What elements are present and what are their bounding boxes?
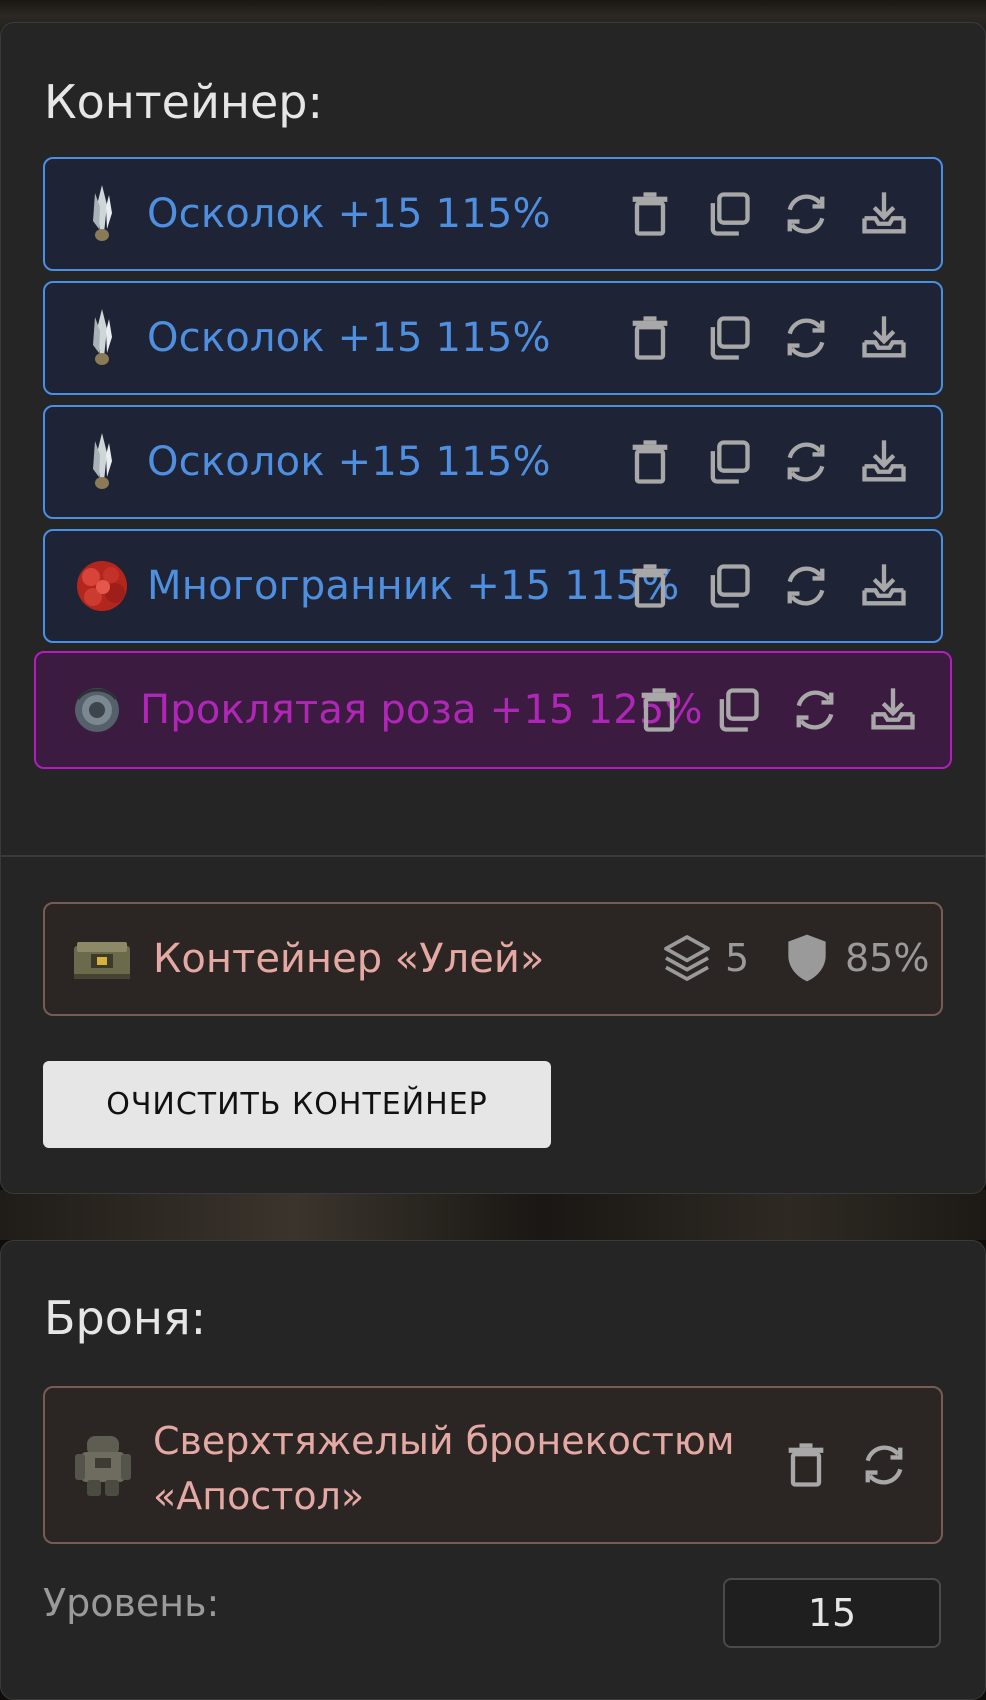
copy-icon — [710, 440, 750, 484]
container-panel: Контейнер: Осколок +15 115% Осколок +15 1… — [0, 22, 986, 1194]
artifact-row[interactable]: Многогранник +15 115% — [43, 529, 943, 643]
armor-suit-icon — [75, 1436, 131, 1496]
container-slots: 5 — [659, 930, 749, 986]
armor-panel: Броня: Сверхтяжелый бронекостюм «Апостол… — [0, 1240, 986, 1700]
section-divider — [1, 855, 985, 857]
clear-container-button[interactable]: ОЧИСТИТЬ КОНТЕЙНЕР — [43, 1061, 551, 1148]
delete-button[interactable] — [628, 683, 690, 737]
save-button[interactable] — [853, 435, 915, 489]
crystal-shard-icon — [71, 183, 133, 245]
copy-icon — [719, 688, 759, 732]
artifact-row[interactable]: Осколок +15 115% — [43, 405, 943, 519]
trash-icon — [788, 1443, 824, 1487]
artifact-name: Осколок +15 115% — [147, 439, 551, 485]
copy-button[interactable] — [706, 683, 768, 737]
shield-icon — [788, 934, 826, 982]
copy-icon — [710, 316, 750, 360]
copy-icon — [710, 564, 750, 608]
artifact-row[interactable]: Осколок +15 115% — [43, 281, 943, 395]
delete-button[interactable] — [619, 187, 681, 241]
artifact-actions — [619, 435, 915, 489]
delete-button[interactable] — [619, 311, 681, 365]
level-input[interactable] — [723, 1578, 941, 1648]
crystal-shard-icon — [71, 307, 133, 369]
protection-value: 85% — [845, 936, 930, 980]
copy-button[interactable] — [697, 311, 759, 365]
download-icon — [862, 316, 906, 358]
layers-icon — [664, 935, 710, 981]
armor-delete-button[interactable] — [775, 1438, 837, 1492]
artifact-actions — [619, 559, 915, 613]
refresh-icon — [787, 194, 825, 234]
download-icon — [862, 192, 906, 234]
copy-button[interactable] — [697, 559, 759, 613]
download-icon — [862, 440, 906, 482]
trash-icon — [632, 564, 668, 608]
artifact-name: Осколок +15 115% — [147, 191, 551, 237]
copy-button[interactable] — [697, 187, 759, 241]
save-button[interactable] — [853, 311, 915, 365]
trash-icon — [632, 316, 668, 360]
replace-button[interactable] — [775, 435, 837, 489]
replace-button[interactable] — [784, 683, 846, 737]
artifact-actions — [619, 187, 915, 241]
save-button[interactable] — [853, 559, 915, 613]
delete-button[interactable] — [619, 559, 681, 613]
container-section-title: Контейнер: — [44, 75, 323, 129]
artifact-name: Осколок +15 115% — [147, 315, 551, 361]
download-icon — [871, 688, 915, 730]
delete-button[interactable] — [619, 435, 681, 489]
save-button[interactable] — [853, 187, 915, 241]
armor-actions — [775, 1438, 915, 1492]
trash-icon — [641, 688, 677, 732]
trash-icon — [632, 192, 668, 236]
replace-button[interactable] — [775, 559, 837, 613]
refresh-icon — [787, 566, 825, 606]
slots-count: 5 — [725, 936, 750, 980]
background-gap — [0, 1190, 986, 1240]
artifact-row[interactable]: Проклятая роза +15 125% — [34, 651, 952, 769]
crystal-shard-icon — [71, 431, 133, 493]
copy-button[interactable] — [697, 435, 759, 489]
container-protection: 85% — [779, 930, 929, 986]
refresh-icon — [787, 318, 825, 358]
trash-icon — [632, 440, 668, 484]
artifact-actions — [619, 311, 915, 365]
replace-button[interactable] — [775, 311, 837, 365]
artifact-name: Проклятая роза +15 125% — [140, 687, 703, 733]
armor-name: Сверхтяжелый бронекостюм «Апостол» — [153, 1419, 735, 1518]
copy-icon — [710, 192, 750, 236]
cursed-rose-icon — [66, 679, 128, 741]
artifact-name: Многогранник +15 115% — [147, 563, 680, 609]
hive-container-icon — [74, 942, 130, 979]
refresh-icon — [865, 1445, 903, 1485]
artifact-actions — [628, 683, 924, 737]
container-name: Контейнер «Улей» — [153, 936, 545, 982]
armor-card[interactable]: Сверхтяжелый бронекостюм «Апостол» — [43, 1386, 943, 1544]
refresh-icon — [796, 690, 834, 730]
armor-replace-button[interactable] — [853, 1438, 915, 1492]
save-button[interactable] — [862, 683, 924, 737]
artifact-row[interactable]: Осколок +15 115% — [43, 157, 943, 271]
armor-section-title: Броня: — [44, 1291, 207, 1345]
container-card[interactable]: Контейнер «Улей» 5 85% — [43, 902, 943, 1016]
polyhedron-icon — [71, 555, 133, 617]
download-icon — [862, 564, 906, 606]
level-label: Уровень: — [43, 1581, 220, 1625]
replace-button[interactable] — [775, 187, 837, 241]
refresh-icon — [787, 442, 825, 482]
